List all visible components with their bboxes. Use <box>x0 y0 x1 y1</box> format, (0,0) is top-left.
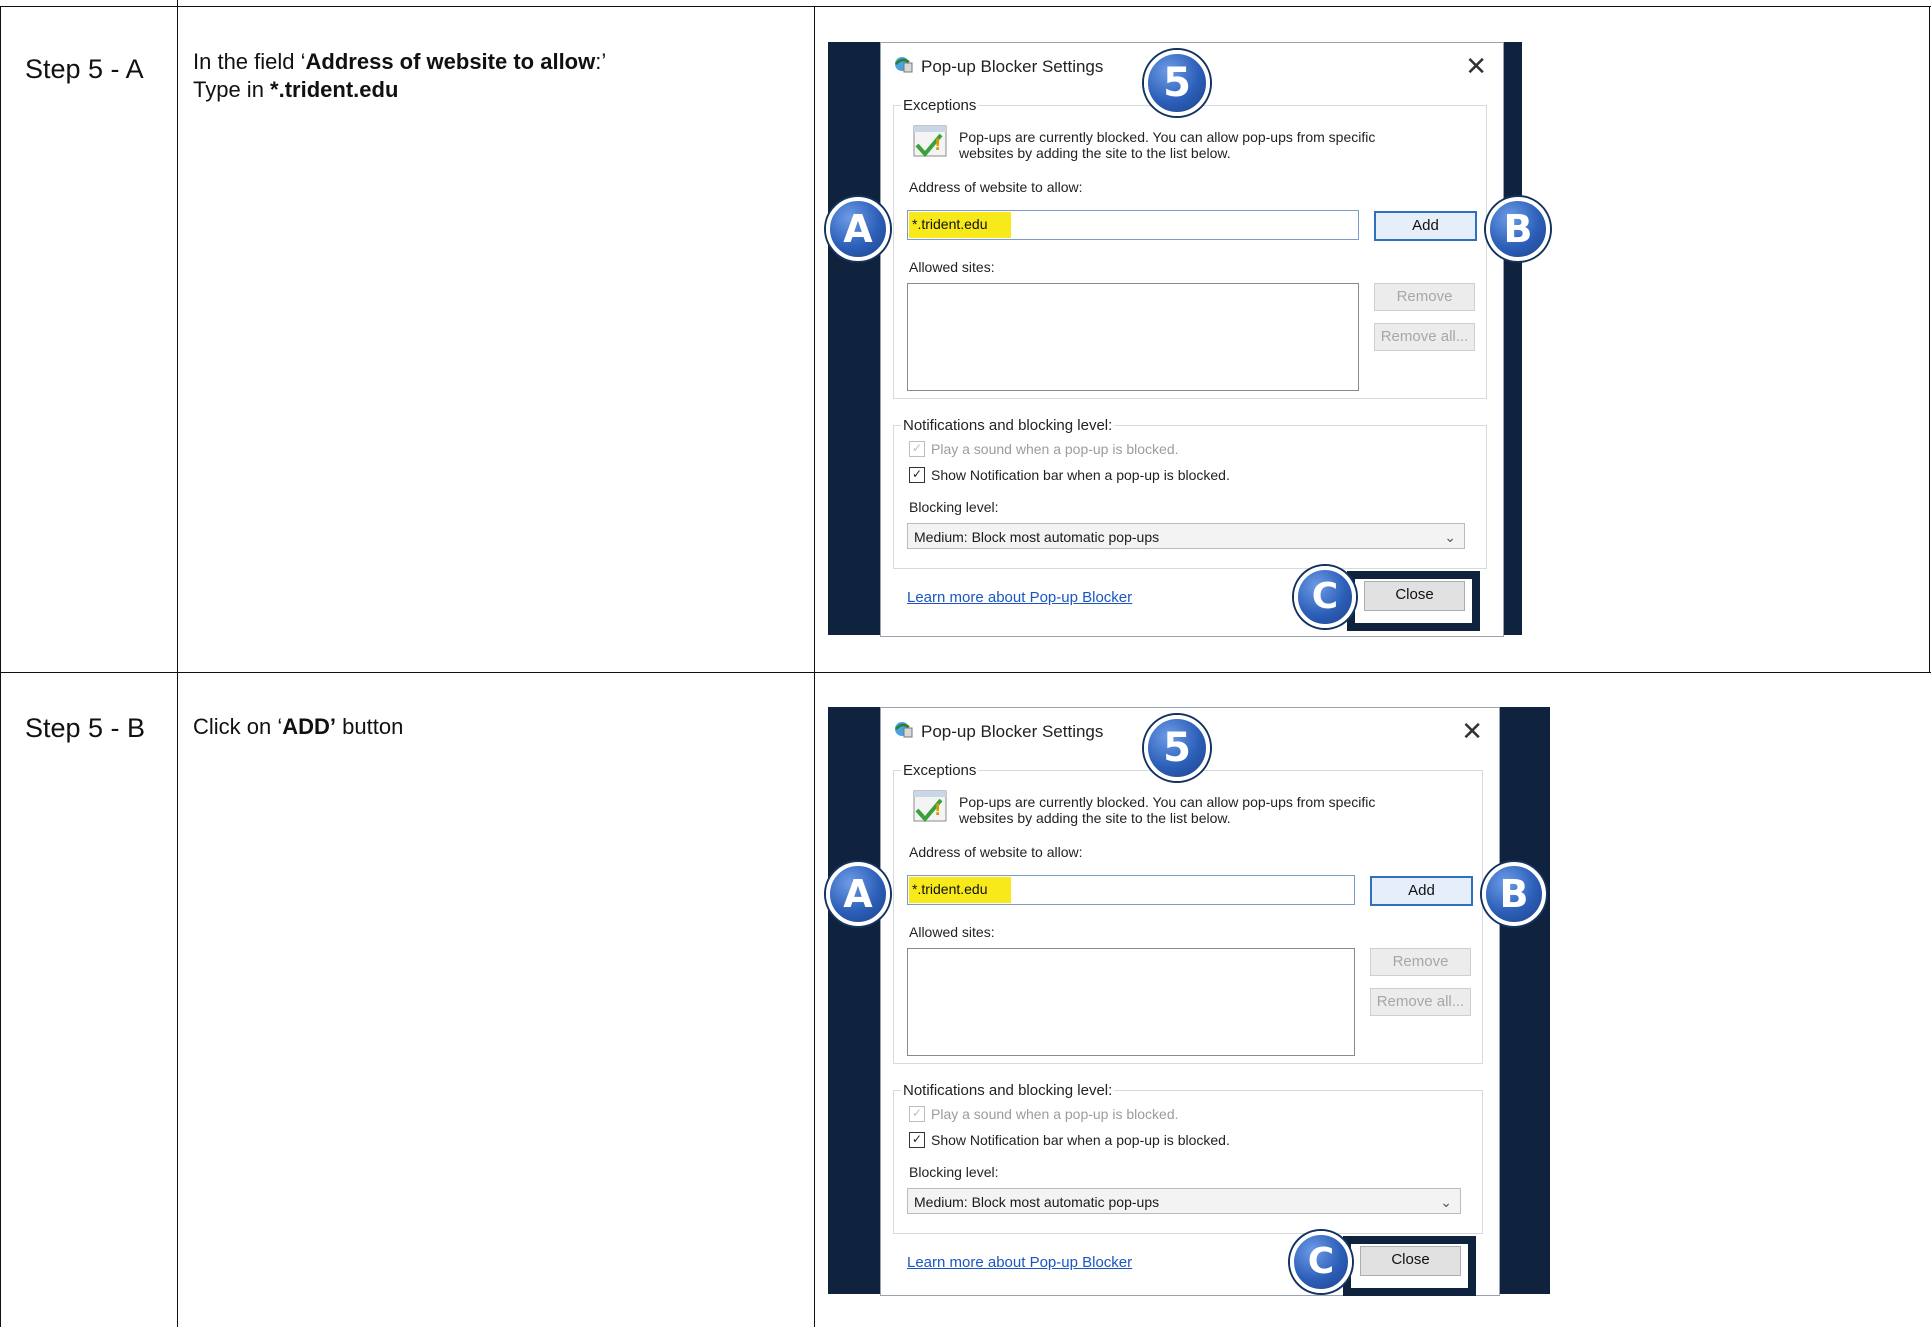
remove-all-button[interactable]: Remove all... <box>1374 323 1475 351</box>
address-label: Address of website to allow: <box>909 844 1083 860</box>
address-input[interactable]: *.trident.edu <box>907 875 1355 905</box>
play-sound-label: Play a sound when a pop-up is blocked. <box>931 1106 1179 1122</box>
add-button[interactable]: Add <box>1370 876 1473 906</box>
step-instruction: In the field ‘Address of website to allo… <box>193 48 606 104</box>
callout-c-badge: C <box>1290 1231 1352 1293</box>
dialog-close-button[interactable]: Close <box>1364 581 1465 611</box>
close-icon[interactable]: ✕ <box>1461 716 1483 747</box>
dialog-close-button[interactable]: Close <box>1360 1246 1461 1276</box>
internet-explorer-icon <box>895 722 913 738</box>
instruction-line-1: In the field ‘Address of website to allo… <box>193 49 607 74</box>
play-sound-checkbox[interactable]: ✓ <box>909 1106 925 1122</box>
blocking-level-label: Blocking level: <box>909 499 999 515</box>
allowed-sites-label: Allowed sites: <box>909 259 995 275</box>
info-text: Pop-ups are currently blocked. You can a… <box>959 129 1375 161</box>
blocking-level-value: Medium: Block most automatic pop-ups <box>914 529 1160 545</box>
address-value: *.trident.edu <box>912 216 988 232</box>
info-line-2: websites by adding the site to the list … <box>959 145 1231 161</box>
allowed-sites-label: Allowed sites: <box>909 924 995 940</box>
remove-button[interactable]: Remove <box>1370 948 1471 976</box>
remove-all-button[interactable]: Remove all... <box>1370 988 1471 1016</box>
learn-more-link[interactable]: Learn more about Pop-up Blocker <box>907 1254 1132 1271</box>
show-notification-checkbox[interactable]: ✓ <box>909 467 925 483</box>
step-label: Step 5 - A <box>25 54 144 84</box>
chevron-down-icon: ⌄ <box>1440 1194 1452 1210</box>
callout-b-badge: B <box>1482 862 1546 926</box>
show-notification-label: Show Notification bar when a pop-up is b… <box>931 1132 1230 1148</box>
table-top-border <box>0 6 1931 7</box>
internet-explorer-icon <box>895 57 913 73</box>
popup-blocked-icon: ! <box>913 790 947 823</box>
allowed-sites-list[interactable] <box>907 283 1359 391</box>
svg-text:!: ! <box>934 800 941 819</box>
info-line-2: websites by adding the site to the list … <box>959 810 1231 826</box>
svg-text:!: ! <box>934 135 941 154</box>
notifications-label: Notifications and blocking level: <box>901 1082 1115 1099</box>
callout-a-badge: A <box>826 862 890 926</box>
step-5-badge: 5 <box>1144 50 1210 116</box>
step-5-badge: 5 <box>1144 715 1210 781</box>
step-label: Step 5 - B <box>25 713 146 743</box>
close-icon[interactable]: ✕ <box>1465 51 1487 82</box>
notifications-label: Notifications and blocking level: <box>901 417 1115 434</box>
add-button[interactable]: Add <box>1374 211 1477 241</box>
remove-button[interactable]: Remove <box>1374 283 1475 311</box>
play-sound-checkbox[interactable]: ✓ <box>909 441 925 457</box>
info-text: Pop-ups are currently blocked. You can a… <box>959 794 1375 826</box>
address-value: *.trident.edu <box>912 881 988 897</box>
instruction-line-2: Type in *.trident.edu <box>193 77 399 102</box>
info-line-1: Pop-ups are currently blocked. You can a… <box>959 794 1376 810</box>
table-column-divider-1 <box>177 0 178 1327</box>
table-right-border <box>1929 6 1930 672</box>
dialog-title: Pop-up Blocker Settings <box>921 722 1104 741</box>
blocking-level-value: Medium: Block most automatic pop-ups <box>914 1194 1160 1210</box>
dialog-title: Pop-up Blocker Settings <box>921 57 1104 76</box>
callout-c-badge: C <box>1294 566 1356 628</box>
popup-blocked-icon: ! <box>913 125 947 158</box>
callout-a-badge: A <box>826 197 890 261</box>
play-sound-label: Play a sound when a pop-up is blocked. <box>931 441 1179 457</box>
blocking-level-select[interactable]: Medium: Block most automatic pop-ups ⌄ <box>907 523 1465 549</box>
learn-more-link[interactable]: Learn more about Pop-up Blocker <box>907 589 1132 606</box>
popup-blocker-dialog: Pop-up Blocker Settings ✕ Exceptions ! P… <box>880 707 1500 1296</box>
allowed-sites-list[interactable] <box>907 948 1355 1056</box>
table-row-divider <box>0 672 1931 673</box>
step-instruction: Click on ‘ADD’ button <box>193 714 404 739</box>
table-column-divider-2 <box>814 6 815 1327</box>
blocking-level-select[interactable]: Medium: Block most automatic pop-ups ⌄ <box>907 1188 1461 1214</box>
blocking-level-label: Blocking level: <box>909 1164 999 1180</box>
address-input[interactable]: *.trident.edu <box>907 210 1359 240</box>
exceptions-label: Exceptions <box>901 97 979 114</box>
callout-b-badge: B <box>1486 197 1550 261</box>
address-label: Address of website to allow: <box>909 179 1083 195</box>
show-notification-checkbox[interactable]: ✓ <box>909 1132 925 1148</box>
exceptions-label: Exceptions <box>901 762 979 779</box>
chevron-down-icon: ⌄ <box>1444 529 1456 545</box>
show-notification-label: Show Notification bar when a pop-up is b… <box>931 467 1230 483</box>
info-line-1: Pop-ups are currently blocked. You can a… <box>959 129 1376 145</box>
popup-blocker-dialog: Pop-up Blocker Settings ✕ Exceptions ! P… <box>880 42 1504 637</box>
table-left-border <box>0 6 1 1327</box>
